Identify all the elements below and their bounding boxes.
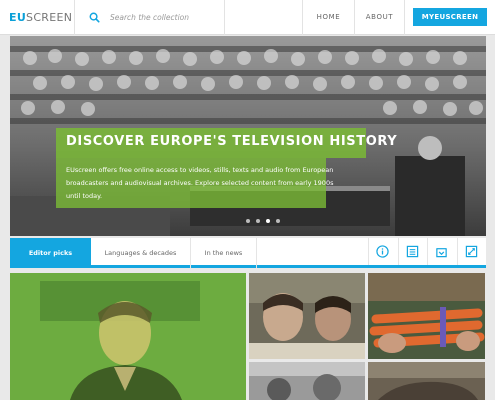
info-icon [376, 245, 389, 258]
tab-in-the-news[interactable]: In the news [191, 238, 257, 268]
logo-primary: EU [9, 10, 27, 24]
children-image [249, 273, 365, 359]
logo-secondary: SCREEN [26, 10, 73, 24]
nav-home[interactable]: HOME [302, 0, 354, 35]
video-thumbnail-vegetables[interactable] [368, 273, 485, 359]
fullscreen-button[interactable] [457, 238, 485, 265]
download-button[interactable] [427, 238, 455, 265]
featured-video-thumbnail[interactable] [10, 273, 246, 400]
info-button[interactable] [368, 238, 396, 265]
video-thumbnail-children[interactable] [249, 273, 365, 359]
download-icon [436, 248, 447, 258]
search-box[interactable]: Search the collection [75, 0, 225, 35]
video-thumbnail-bw[interactable] [249, 362, 365, 400]
video-thumbnail-car[interactable] [368, 362, 485, 400]
carousel-dots [246, 219, 280, 223]
carousel-dot-1[interactable] [246, 219, 250, 223]
bw-photo-image [249, 362, 365, 400]
content-tabs: Editor picks Languages & decades In the … [10, 238, 486, 268]
tab-languages-decades[interactable]: Languages & decades [91, 238, 191, 268]
hero-carousel[interactable]: DISCOVER EUROPE'S TELEVISION HISTORY EUs… [10, 36, 486, 236]
list-icon [406, 245, 419, 258]
search-input[interactable]: Search the collection [110, 13, 189, 22]
header-spacer [225, 0, 302, 35]
nav-about[interactable]: ABOUT [354, 0, 404, 35]
vegetables-image [368, 273, 485, 359]
top-header: EU SCREEN Search the collection HOME ABOU… [0, 0, 495, 35]
list-button[interactable] [398, 238, 426, 265]
tab-editor-picks[interactable]: Editor picks [10, 238, 91, 268]
hero-description: EUscreen offers free online access to vi… [66, 166, 334, 200]
featured-image [10, 273, 246, 400]
carousel-dot-2[interactable] [256, 219, 260, 223]
fullscreen-icon [465, 245, 478, 258]
euscreen-logo[interactable]: EU SCREEN [0, 0, 75, 35]
nav-my-wrapper: MYEUSCREEN [404, 0, 495, 35]
carousel-dot-3[interactable] [266, 219, 270, 223]
carousel-dot-4[interactable] [276, 219, 280, 223]
car-image [368, 362, 485, 400]
search-icon [89, 12, 100, 23]
my-euscreen-button[interactable]: MYEUSCREEN [413, 8, 487, 26]
hero-title: DISCOVER EUROPE'S TELEVISION HISTORY [66, 134, 398, 149]
